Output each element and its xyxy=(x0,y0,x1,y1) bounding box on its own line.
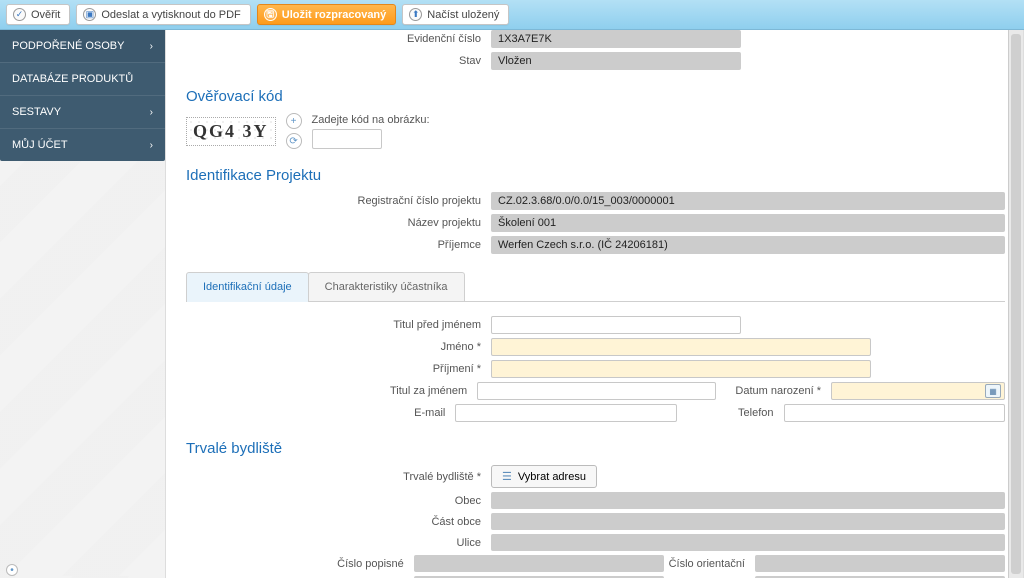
tab-identification[interactable]: Identifikační údaje xyxy=(186,272,309,301)
sidebar-item-label: MŮJ ÚČET xyxy=(12,139,68,151)
obec-label: Obec xyxy=(186,495,491,507)
cp-value xyxy=(414,555,664,572)
project-title: Identifikace Projektu xyxy=(186,167,1005,184)
chevron-right-icon: › xyxy=(150,107,153,118)
part-label: Část obce xyxy=(186,516,491,528)
obec-value xyxy=(491,492,1005,509)
title-after-label: Titul za jménem xyxy=(186,385,477,397)
cp-label: Číslo popisné xyxy=(186,558,414,570)
project-name-value: Školení 001 xyxy=(491,214,1005,232)
captcha-refresh-icon[interactable]: ⟳ xyxy=(286,133,302,149)
sidebar-item-reports[interactable]: SESTAVY › xyxy=(0,95,165,128)
phone-label: Telefon xyxy=(677,407,784,419)
title-before-label: Titul před jménem xyxy=(186,319,491,331)
captcha-add-icon[interactable]: + xyxy=(286,113,302,129)
perm-address-label: Trvalé bydliště * xyxy=(186,471,491,483)
evid-value: 1X3A7E7K xyxy=(491,30,741,48)
title-after-input[interactable] xyxy=(477,382,716,400)
sidebar-item-products[interactable]: DATABÁZE PRODUKTŮ xyxy=(0,62,165,95)
street-label: Ulice xyxy=(186,537,491,549)
phone-input[interactable] xyxy=(784,404,1005,422)
street-value xyxy=(491,534,1005,551)
address-title: Trvalé bydliště xyxy=(186,440,1005,457)
project-name-label: Název projektu xyxy=(186,217,491,229)
save-wip-button[interactable]: 🖫 Uložit rozpracovaný xyxy=(257,4,397,25)
last-name-input[interactable] xyxy=(491,360,871,378)
evid-label: Evidenční číslo xyxy=(186,33,491,45)
project-reg-label: Registrační číslo projektu xyxy=(186,195,491,207)
export-pdf-button[interactable]: ▣ Odeslat a vytisknout do PDF xyxy=(76,4,250,25)
sidebar-item-label: DATABÁZE PRODUKTŮ xyxy=(12,73,133,85)
top-toolbar: ✓ Ověřit ▣ Odeslat a vytisknout do PDF 🖫… xyxy=(0,0,1024,30)
load-label: Načíst uložený xyxy=(427,9,499,21)
title-before-input[interactable] xyxy=(491,316,741,334)
verify-label: Ověřit xyxy=(31,9,60,21)
first-name-label: Jméno * xyxy=(186,341,491,353)
sidebar-item-supported[interactable]: PODPOŘENÉ OSOBY › xyxy=(0,30,165,62)
tabs: Identifikační údaje Charakteristiky účas… xyxy=(186,272,1005,302)
bottom-status-link[interactable]: • xyxy=(6,564,22,576)
project-recip-label: Příjemce xyxy=(186,239,491,251)
co-value xyxy=(755,555,1005,572)
bullet-icon: • xyxy=(6,564,18,576)
tab-characteristics[interactable]: Charakteristiky účastníka xyxy=(308,272,465,301)
project-reg-value: CZ.02.3.68/0.0/0.0/15_003/0000001 xyxy=(491,192,1005,210)
project-recip-value: Werfen Czech s.r.o. (IČ 24206181) xyxy=(491,236,1005,254)
chevron-right-icon: › xyxy=(150,140,153,151)
pick-address-label: Vybrat adresu xyxy=(518,471,586,483)
tab-label: Charakteristiky účastníka xyxy=(325,281,448,293)
first-name-input[interactable] xyxy=(491,338,871,356)
dob-label: Datum narození * xyxy=(716,385,831,397)
chevron-right-icon: › xyxy=(150,41,153,52)
captcha-input[interactable] xyxy=(312,129,382,149)
sidebar-item-label: PODPOŘENÉ OSOBY xyxy=(12,40,124,52)
captcha-image: QG4 3Y xyxy=(186,117,276,146)
sidebar-item-account[interactable]: MŮJ ÚČET › xyxy=(0,128,165,161)
sidebar-item-label: SESTAVY xyxy=(12,106,61,118)
verify-button[interactable]: ✓ Ověřit xyxy=(6,4,70,25)
save-icon: 🖫 xyxy=(264,8,277,21)
dob-input[interactable] xyxy=(831,382,1005,400)
upload-icon: ⬆ xyxy=(409,8,422,21)
pdf-icon: ▣ xyxy=(83,8,96,21)
vertical-scrollbar[interactable] xyxy=(1008,30,1023,578)
check-icon: ✓ xyxy=(13,8,26,21)
pick-address-button[interactable]: ☰ Vybrat adresu xyxy=(491,465,597,488)
calendar-icon[interactable]: ▦ xyxy=(985,384,1001,398)
list-icon: ☰ xyxy=(502,470,512,483)
save-wip-label: Uložit rozpracovaný xyxy=(282,9,387,21)
main-content: Evidenční číslo 1X3A7E7K Stav Vložen Ově… xyxy=(165,30,1024,578)
last-name-label: Příjmení * xyxy=(186,363,491,375)
part-value xyxy=(491,513,1005,530)
captcha-code: QG4 3Y xyxy=(193,121,269,141)
co-label: Číslo orientační xyxy=(664,558,755,570)
email-label: E-mail xyxy=(186,407,455,419)
captcha-title: Ověřovací kód xyxy=(186,88,1005,105)
sidebar: PODPOŘENÉ OSOBY › DATABÁZE PRODUKTŮ SEST… xyxy=(0,30,165,578)
export-label: Odeslat a vytisknout do PDF xyxy=(101,9,240,21)
stav-label: Stav xyxy=(186,55,491,67)
tab-label: Identifikační údaje xyxy=(203,281,292,293)
email-input[interactable] xyxy=(455,404,676,422)
identification-form: Titul před jménem Jméno * Příjmení * Tit… xyxy=(186,302,1005,422)
stav-value: Vložen xyxy=(491,52,741,70)
captcha-instruction: Zadejte kód na obrázku: xyxy=(312,114,430,126)
load-saved-button[interactable]: ⬆ Načíst uložený xyxy=(402,4,509,25)
